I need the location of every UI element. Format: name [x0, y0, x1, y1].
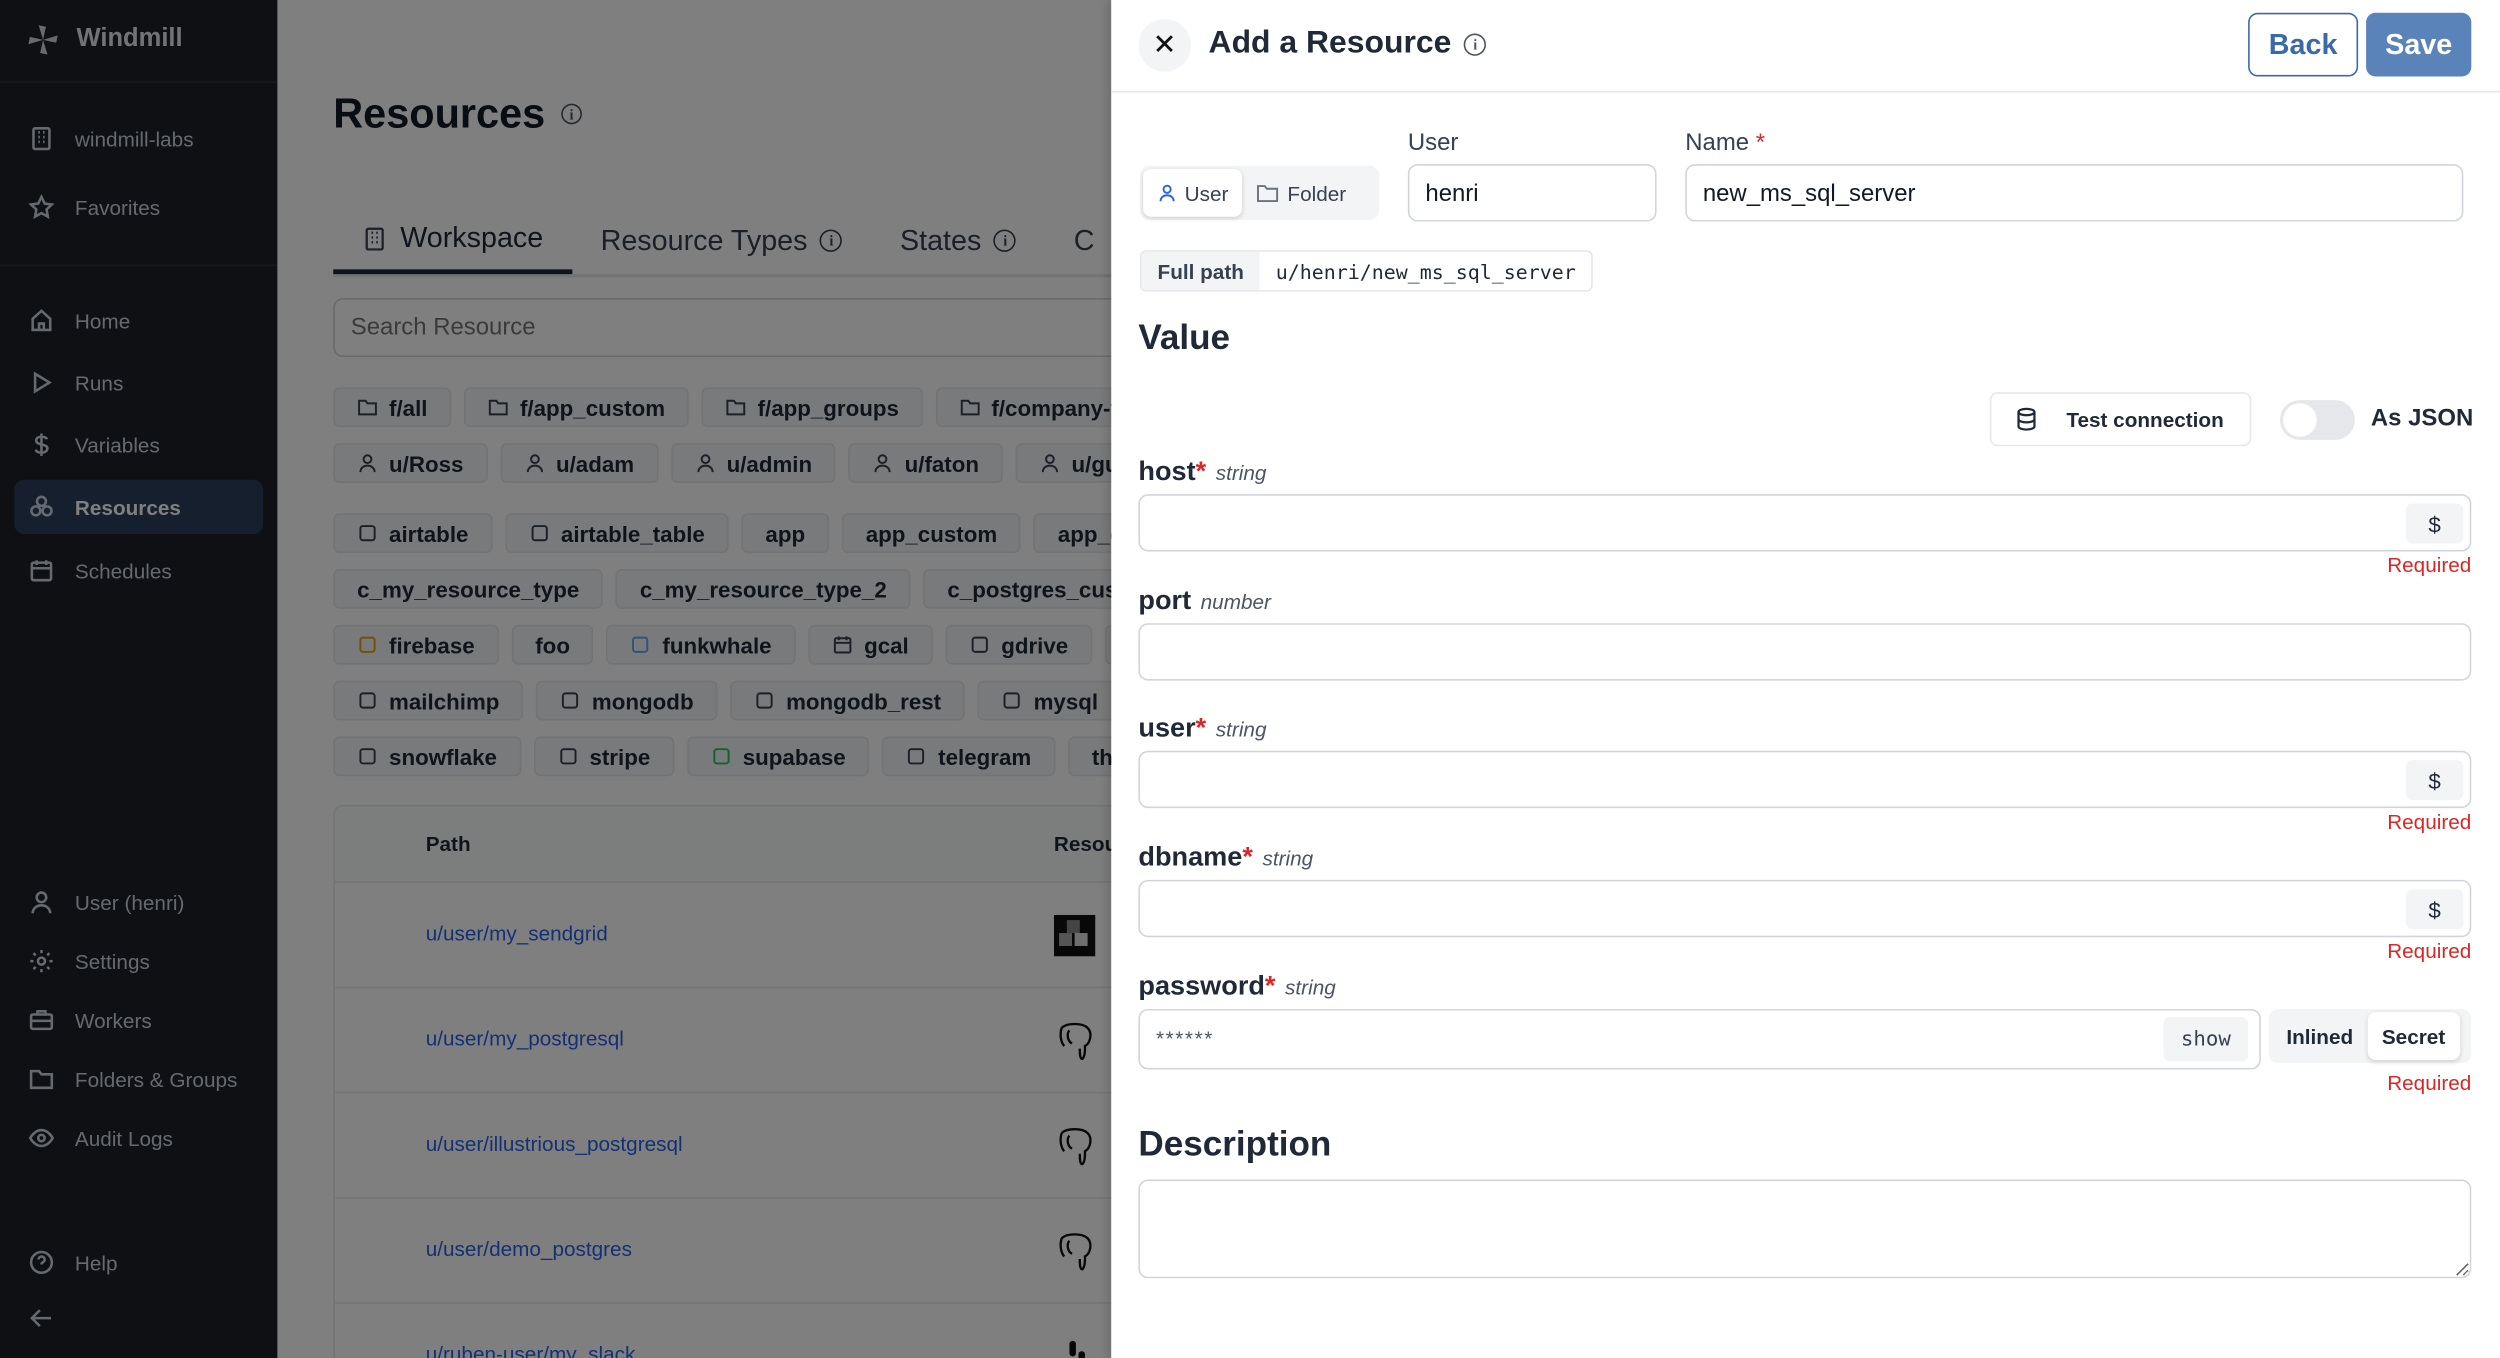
user-error: Required: [2387, 809, 2472, 834]
password-value: ******: [1155, 1026, 1214, 1051]
test-connection-button[interactable]: Test connection: [1989, 392, 2252, 447]
user-label: User: [1407, 129, 1459, 157]
owner-folder-option[interactable]: Folder: [1243, 169, 1361, 217]
field-name: password: [1138, 970, 1265, 1001]
name-label: Name *: [1685, 129, 1765, 156]
field-type: number: [1200, 589, 1271, 614]
dbname-error: Required: [2387, 938, 2472, 963]
password-field[interactable]: ****** show: [1138, 1008, 2261, 1070]
as-json-label: As JSON: [2370, 404, 2474, 432]
user-icon: [1159, 184, 1175, 202]
drawer-title-text: Add a Resource: [1208, 25, 1452, 61]
description-textarea[interactable]: [1138, 1179, 2472, 1279]
user-field[interactable]: henri: [1407, 164, 1657, 222]
dbname-field[interactable]: $: [1138, 879, 2472, 938]
close-icon: ✕: [1152, 28, 1177, 61]
show-password-button[interactable]: show: [2163, 1016, 2249, 1062]
user-field[interactable]: $: [1138, 750, 2472, 809]
port-field[interactable]: [1138, 623, 2472, 681]
inlined-option[interactable]: Inlined: [2272, 1012, 2367, 1060]
test-connection-label: Test connection: [2066, 407, 2224, 432]
field-name: dbname: [1138, 841, 1243, 872]
field-name: user: [1138, 712, 1196, 743]
field-type: string: [1215, 460, 1267, 485]
drawer-title: Add a Resource i: [1209, 26, 1487, 63]
full-path-value: u/henri/new_ms_sql_server: [1275, 259, 1576, 283]
info-icon[interactable]: i: [1464, 32, 1487, 55]
host-error: Required: [2387, 553, 2472, 577]
variable-picker-button[interactable]: $: [2405, 760, 2464, 801]
field-label-dbname: dbname * string: [1138, 842, 1313, 874]
name-label-text: Name: [1685, 129, 1750, 157]
name-field[interactable]: new_ms_sql_server: [1685, 164, 2464, 222]
save-button[interactable]: Save: [2366, 12, 2472, 77]
owner-user-option[interactable]: User: [1143, 168, 1243, 217]
secret-option[interactable]: Secret: [2367, 1012, 2460, 1060]
password-mode-toggle: Inlined Secret: [2268, 1008, 2472, 1064]
field-label-password: password * string: [1138, 971, 1335, 1003]
add-resource-drawer: ✕ Add a Resource i Back Save User Folder …: [1111, 0, 2500, 1358]
password-error: Required: [2387, 1071, 2472, 1096]
field-label-port: port number: [1138, 585, 1271, 617]
required-star: *: [1264, 970, 1276, 1001]
field-label-user: user * string: [1138, 712, 1266, 744]
field-type: string: [1285, 975, 1336, 1000]
field-type: string: [1215, 717, 1267, 742]
variable-picker-button[interactable]: $: [2405, 889, 2464, 930]
required-star: *: [1755, 129, 1766, 157]
folder-icon: [1257, 185, 1279, 203]
modal-backdrop[interactable]: [0, 0, 1112, 1358]
field-type: string: [1262, 846, 1314, 871]
description-heading: Description: [1138, 1123, 1332, 1164]
field-name: host: [1138, 455, 1196, 487]
variable-picker-button[interactable]: $: [2405, 503, 2464, 544]
required-star: *: [1242, 841, 1253, 872]
database-icon: [2017, 407, 2036, 431]
field-name: port: [1138, 584, 1192, 616]
owner-user-label: User: [1184, 180, 1229, 205]
required-star: *: [1195, 455, 1207, 487]
back-button[interactable]: Back: [2248, 12, 2359, 77]
full-path: Full path u/henri/new_ms_sql_server: [1139, 250, 1594, 292]
required-star: *: [1195, 712, 1207, 743]
value-heading: Value: [1138, 317, 1231, 358]
as-json-toggle[interactable]: [2279, 400, 2355, 440]
owner-kind-toggle: User Folder: [1139, 165, 1380, 220]
field-label-host: host * string: [1138, 456, 1266, 488]
full-path-label: Full path: [1141, 251, 1260, 291]
close-button[interactable]: ✕: [1138, 19, 1192, 72]
owner-folder-label: Folder: [1287, 180, 1347, 205]
host-field[interactable]: $: [1138, 494, 2472, 552]
